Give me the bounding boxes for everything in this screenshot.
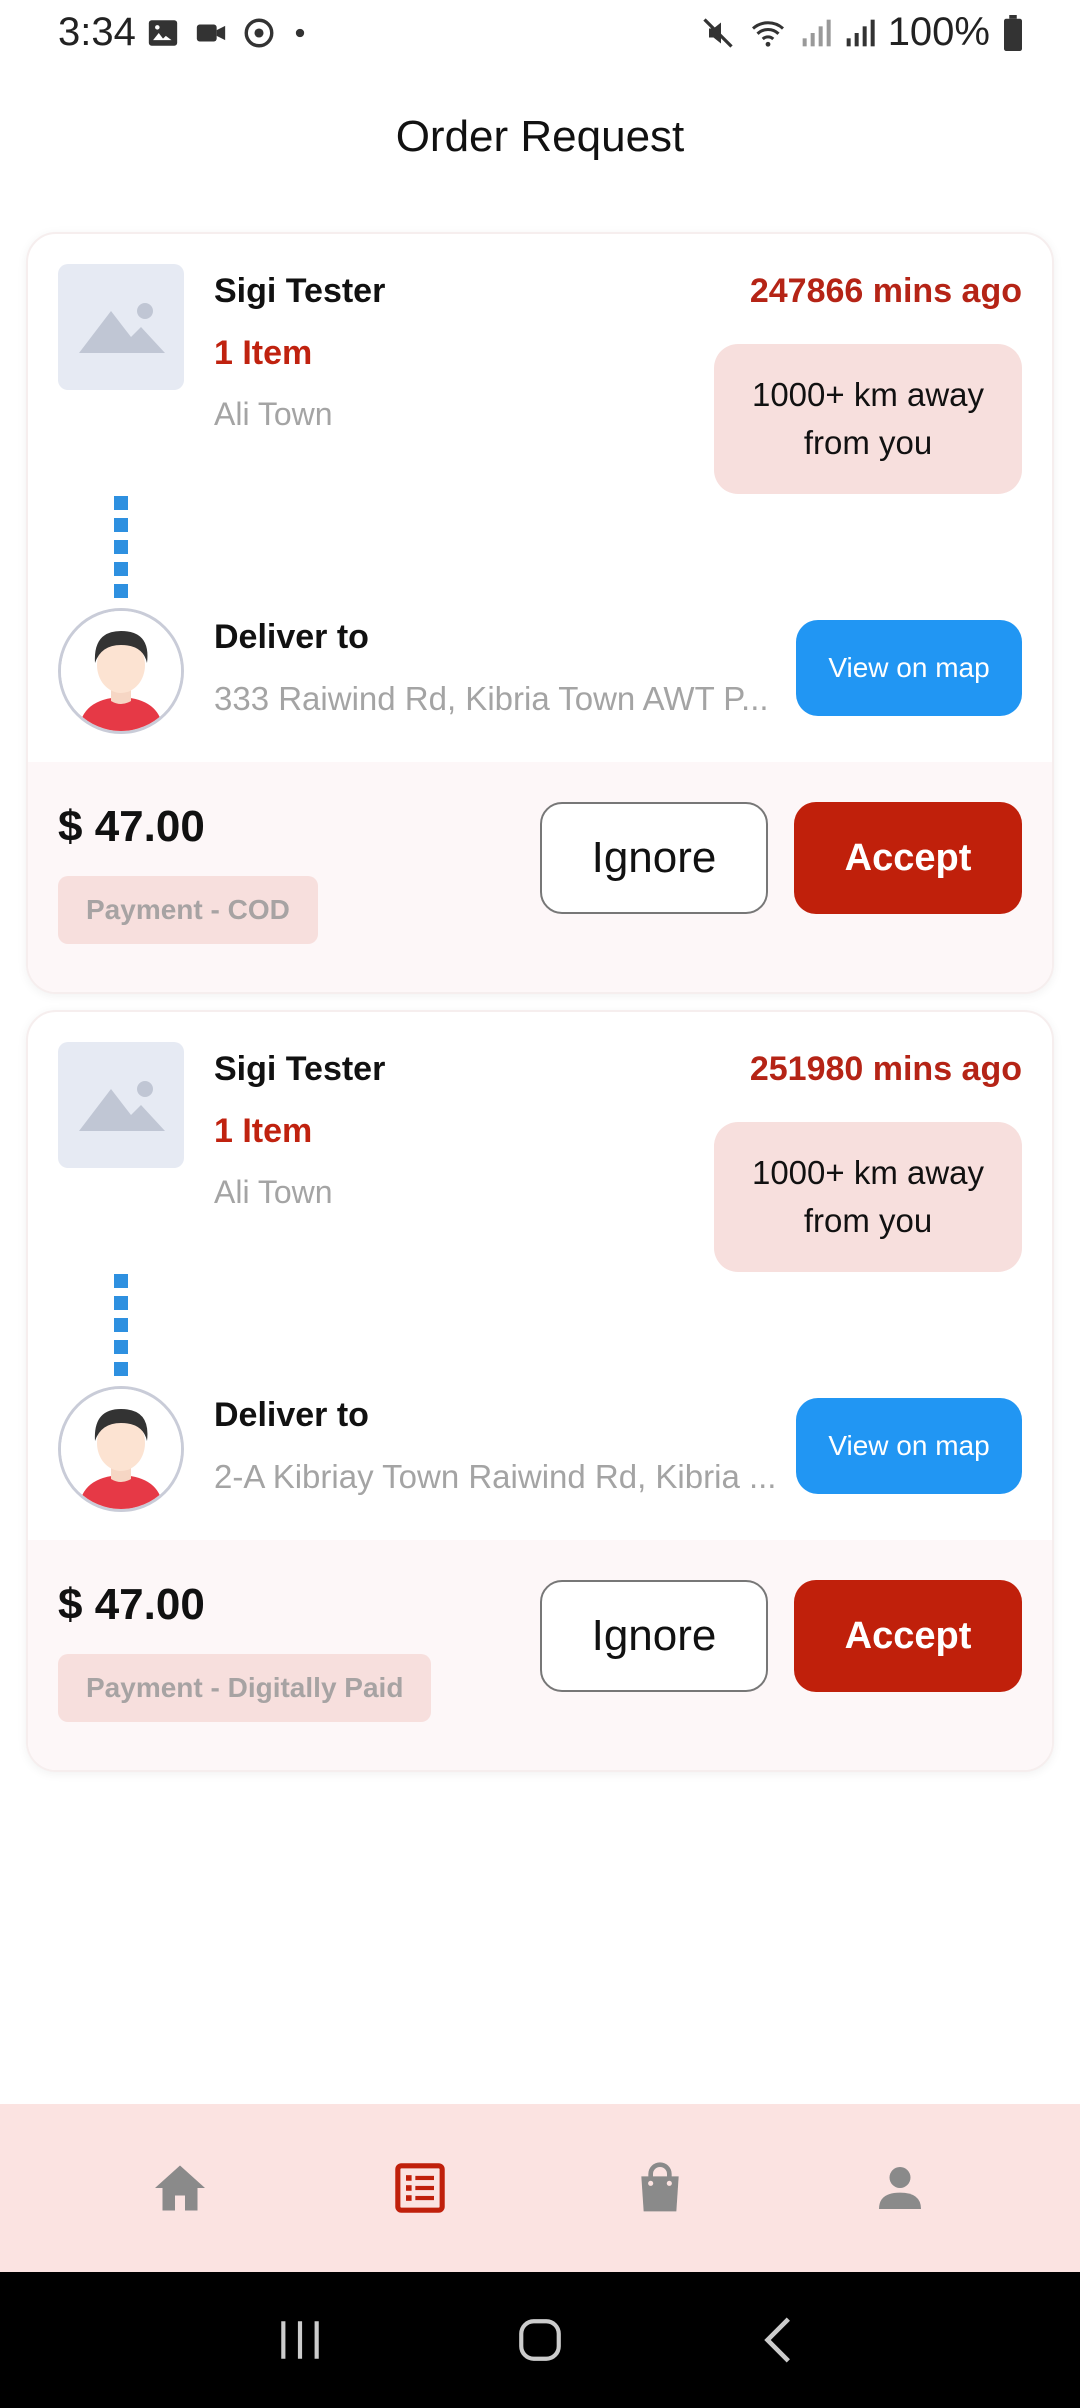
- image-placeholder-icon: [79, 303, 165, 353]
- customer-avatar: [58, 608, 184, 734]
- nav-shop[interactable]: [600, 2128, 720, 2248]
- status-time: 3:34: [58, 10, 136, 54]
- status-system-icons: 100%: [700, 10, 1024, 55]
- home-system-button[interactable]: [500, 2300, 580, 2380]
- recent-apps-icon: [281, 2321, 319, 2359]
- ignore-button[interactable]: Ignore: [540, 802, 768, 914]
- battery-percentage: 100%: [887, 10, 990, 54]
- payment-badge: Payment - Digitally Paid: [58, 1654, 432, 1722]
- order-card-details: Sigi Tester 1 Item Ali Town 247866 mins …: [28, 234, 1052, 762]
- person-avatar-icon: [61, 1389, 181, 1509]
- route-dots: [114, 1274, 128, 1376]
- status-notification-icons: [146, 16, 310, 50]
- view-on-map-button[interactable]: View on map: [796, 1398, 1022, 1494]
- delivery-address: 2-A Kibriay Town Raiwind Rd, Kibria ...: [214, 1458, 777, 1495]
- nav-home[interactable]: [120, 2128, 240, 2248]
- nav-orders[interactable]: [360, 2128, 480, 2248]
- item-count: 1 Item: [214, 1112, 313, 1150]
- payment-badge: Payment - COD: [58, 876, 318, 944]
- orders-list-icon: [395, 2163, 445, 2213]
- order-price: $ 47.00: [58, 1580, 205, 1629]
- order-time-ago: 251980 mins ago: [749, 1050, 1022, 1088]
- order-price: $ 47.00: [58, 802, 205, 851]
- deliver-to-label: Deliver to: [214, 1396, 369, 1434]
- customer-name: Sigi Tester: [214, 272, 386, 310]
- customer-avatar: [58, 1386, 184, 1512]
- pickup-area: Ali Town: [214, 396, 333, 432]
- nav-profile[interactable]: [840, 2128, 960, 2248]
- recent-apps-button[interactable]: [260, 2300, 340, 2380]
- order-card-details: Sigi Tester 1 Item Ali Town 251980 mins …: [28, 1012, 1052, 1540]
- product-image-placeholder: [58, 264, 184, 390]
- distance-chip: 1000+ km away from you: [714, 1122, 1022, 1272]
- order-card-footer: $ 47.00 Payment - COD Ignore Accept: [28, 762, 1052, 992]
- order-card: Sigi Tester 1 Item Ali Town 247866 mins …: [26, 232, 1054, 994]
- order-card: Sigi Tester 1 Item Ali Town 251980 mins …: [26, 1010, 1054, 1772]
- battery-icon: [1004, 14, 1022, 51]
- deliver-to-label: Deliver to: [214, 618, 369, 656]
- system-navigation-bar: [0, 2272, 1080, 2408]
- product-image-placeholder: [58, 1042, 184, 1168]
- accept-button[interactable]: Accept: [794, 802, 1022, 914]
- view-on-map-button[interactable]: View on map: [796, 620, 1022, 716]
- item-count: 1 Item: [214, 334, 313, 372]
- dot-icon: [295, 28, 305, 38]
- video-icon: [196, 24, 226, 42]
- home-icon: [155, 2165, 205, 2211]
- order-card-footer: $ 47.00 Payment - Digitally Paid Ignore …: [28, 1540, 1052, 1770]
- back-button[interactable]: [740, 2300, 820, 2380]
- route-dots: [114, 496, 128, 598]
- distance-chip: 1000+ km away from you: [714, 344, 1022, 494]
- wifi-icon: [751, 20, 784, 47]
- person-avatar-icon: [61, 611, 181, 731]
- customer-name: Sigi Tester: [214, 1050, 386, 1088]
- accept-button[interactable]: Accept: [794, 1580, 1022, 1692]
- profile-icon: [879, 2167, 921, 2209]
- signal-icon-1: [802, 19, 831, 46]
- image-icon: [148, 20, 178, 46]
- ignore-button[interactable]: Ignore: [540, 1580, 768, 1692]
- delivery-address: 333 Raiwind Rd, Kibria Town AWT P...: [214, 680, 769, 717]
- signal-icon-2: [846, 19, 875, 46]
- page-title: Order Request: [395, 112, 685, 161]
- back-chevron-icon: [764, 2317, 790, 2363]
- home-square-icon: [519, 2319, 561, 2361]
- status-bar: 3:34 100%: [0, 0, 1080, 70]
- order-time-ago: 247866 mins ago: [749, 272, 1022, 310]
- mute-icon: [703, 17, 733, 48]
- image-placeholder-icon: [79, 1081, 165, 1131]
- bottom-navigation: [0, 2104, 1080, 2272]
- shopping-bag-icon: [641, 2162, 679, 2212]
- pickup-area: Ali Town: [214, 1174, 333, 1210]
- sync-icon: [244, 18, 274, 48]
